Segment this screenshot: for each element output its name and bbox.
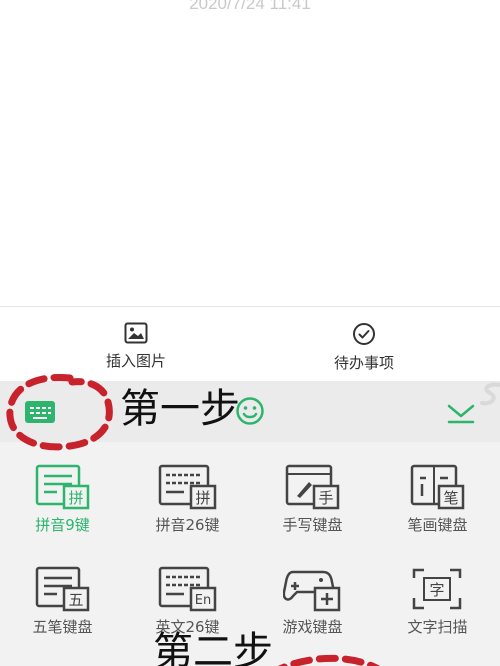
svg-text:拼: 拼 [195,489,210,507]
keyboard-option-label: 游戏键盘 [282,618,343,636]
annotation-arc-step2 [277,654,380,666]
keyboard-option-pinyin9[interactable]: 拼 拼音9键 [0,464,125,565]
svg-text:手: 手 [318,489,333,507]
check-circle-icon [353,323,375,345]
insert-image-label: 插入图片 [105,352,166,370]
wubi-keyboard-icon: 五 [35,566,89,612]
image-icon [124,322,148,344]
note-timestamp: 2020/7/24 11:41 [189,0,311,13]
svg-text:拼: 拼 [68,489,83,507]
pinyin9-keyboard-icon: 拼 [35,464,89,510]
gamepad-icon [282,570,340,612]
todo-label: 待办事项 [333,354,394,372]
keyboard-option-pinyin26[interactable]: 拼 拼音26键 [125,464,250,565]
english26-keyboard-icon: En [158,566,216,612]
handwriting-keyboard-icon: 手 [285,464,339,510]
pinyin26-keyboard-icon: 拼 [158,464,216,510]
annotation-circle-step1 [6,373,113,451]
partial-logo-icon [480,382,500,406]
keyboard-option-label: 拼音9键 [35,516,90,534]
note-content-area[interactable]: 2020/7/24 11:41 [0,0,500,306]
scan-icon: 字 [412,568,461,610]
smiley-icon [236,397,264,425]
stroke-keyboard-icon: 笔 [410,464,464,510]
keyboard-option-handwriting[interactable]: 手 手写键盘 [250,464,375,565]
svg-text:字: 字 [429,581,444,599]
annotation-step2-text: 第二步 [153,629,273,666]
keyboard-option-stroke[interactable]: 笔 笔画键盘 [375,464,500,565]
svg-text:五: 五 [68,591,83,609]
keyboard-option-label: 文字扫描 [407,618,468,636]
annotation-step1-text: 第一步 [120,386,240,432]
svg-text:En: En [194,593,210,608]
todo-button[interactable]: 待办事项 [239,307,489,382]
keyboard-option-label: 拼音26键 [155,516,220,534]
keyboard-option-label: 五笔键盘 [32,618,93,636]
collapse-keyboard-button[interactable] [446,401,476,425]
svg-text:笔: 笔 [443,489,458,507]
keyboard-option-label: 手写键盘 [282,516,343,534]
keyboard-option-label: 笔画键盘 [407,516,468,534]
keyboard-option-wubi[interactable]: 五 五笔键盘 [0,566,125,666]
